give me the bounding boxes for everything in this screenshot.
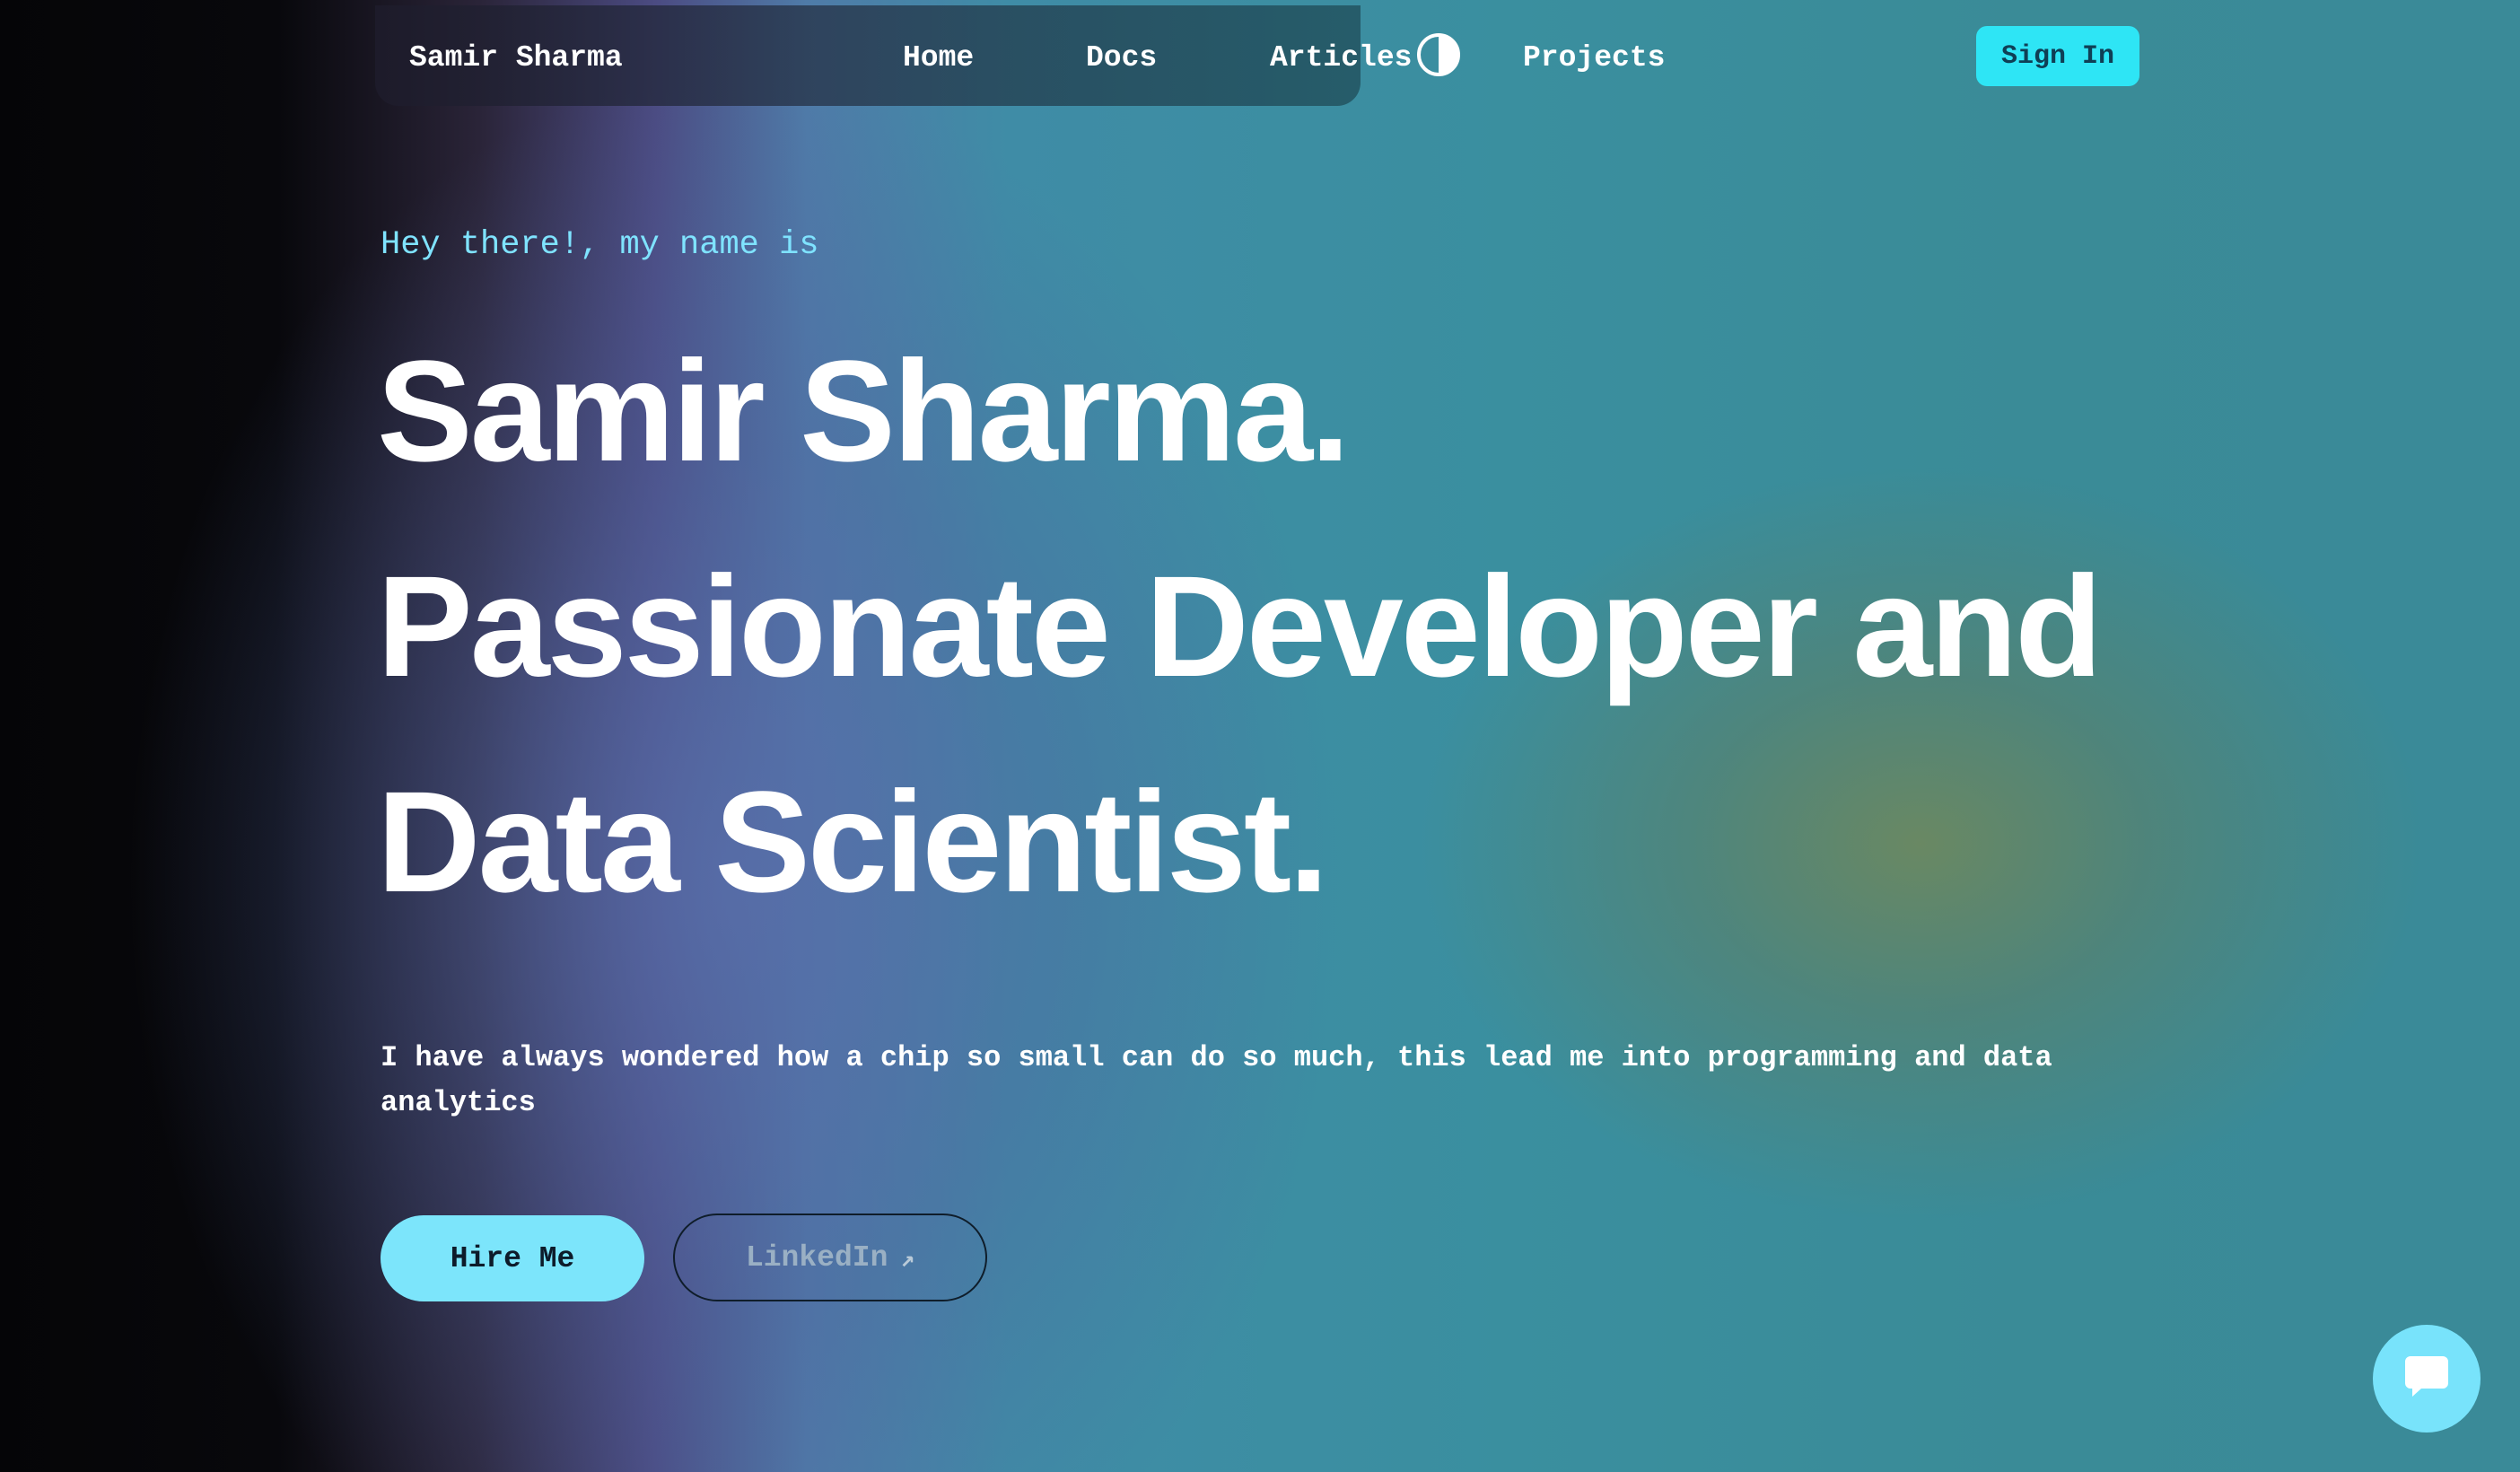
linkedin-button[interactable]: LinkedIn ↗ [673, 1214, 987, 1301]
nav-link-home[interactable]: Home [903, 41, 974, 74]
hero-title-line-2: Data Scientist. [377, 761, 1329, 922]
greeting-text: Hey there!, my name is [381, 226, 819, 264]
contrast-icon[interactable] [1416, 32, 1461, 77]
hero-description: I have always wondered how a chip so sma… [381, 1041, 2052, 1119]
nav-link-projects[interactable]: Projects [1523, 41, 1665, 74]
brand-name[interactable]: Samir Sharma [409, 41, 623, 74]
hire-me-label: Hire Me [450, 1241, 575, 1275]
top-navbar: Samir Sharma [375, 5, 1361, 106]
hero-name: Samir Sharma. [377, 330, 1351, 491]
nav-link-articles[interactable]: Articles [1270, 41, 1412, 74]
linkedin-label: LinkedIn [745, 1240, 888, 1275]
nav-link-docs[interactable]: Docs [1086, 41, 1157, 74]
arrow-up-right-icon: ↗ [900, 1246, 915, 1274]
chat-bubble-icon [2403, 1354, 2450, 1404]
hero-title-line-1: Passionate Developer and [377, 546, 2103, 706]
chat-button[interactable] [2373, 1325, 2481, 1433]
hire-me-button[interactable]: Hire Me [381, 1215, 644, 1301]
sign-in-button[interactable]: Sign In [1976, 26, 2139, 86]
